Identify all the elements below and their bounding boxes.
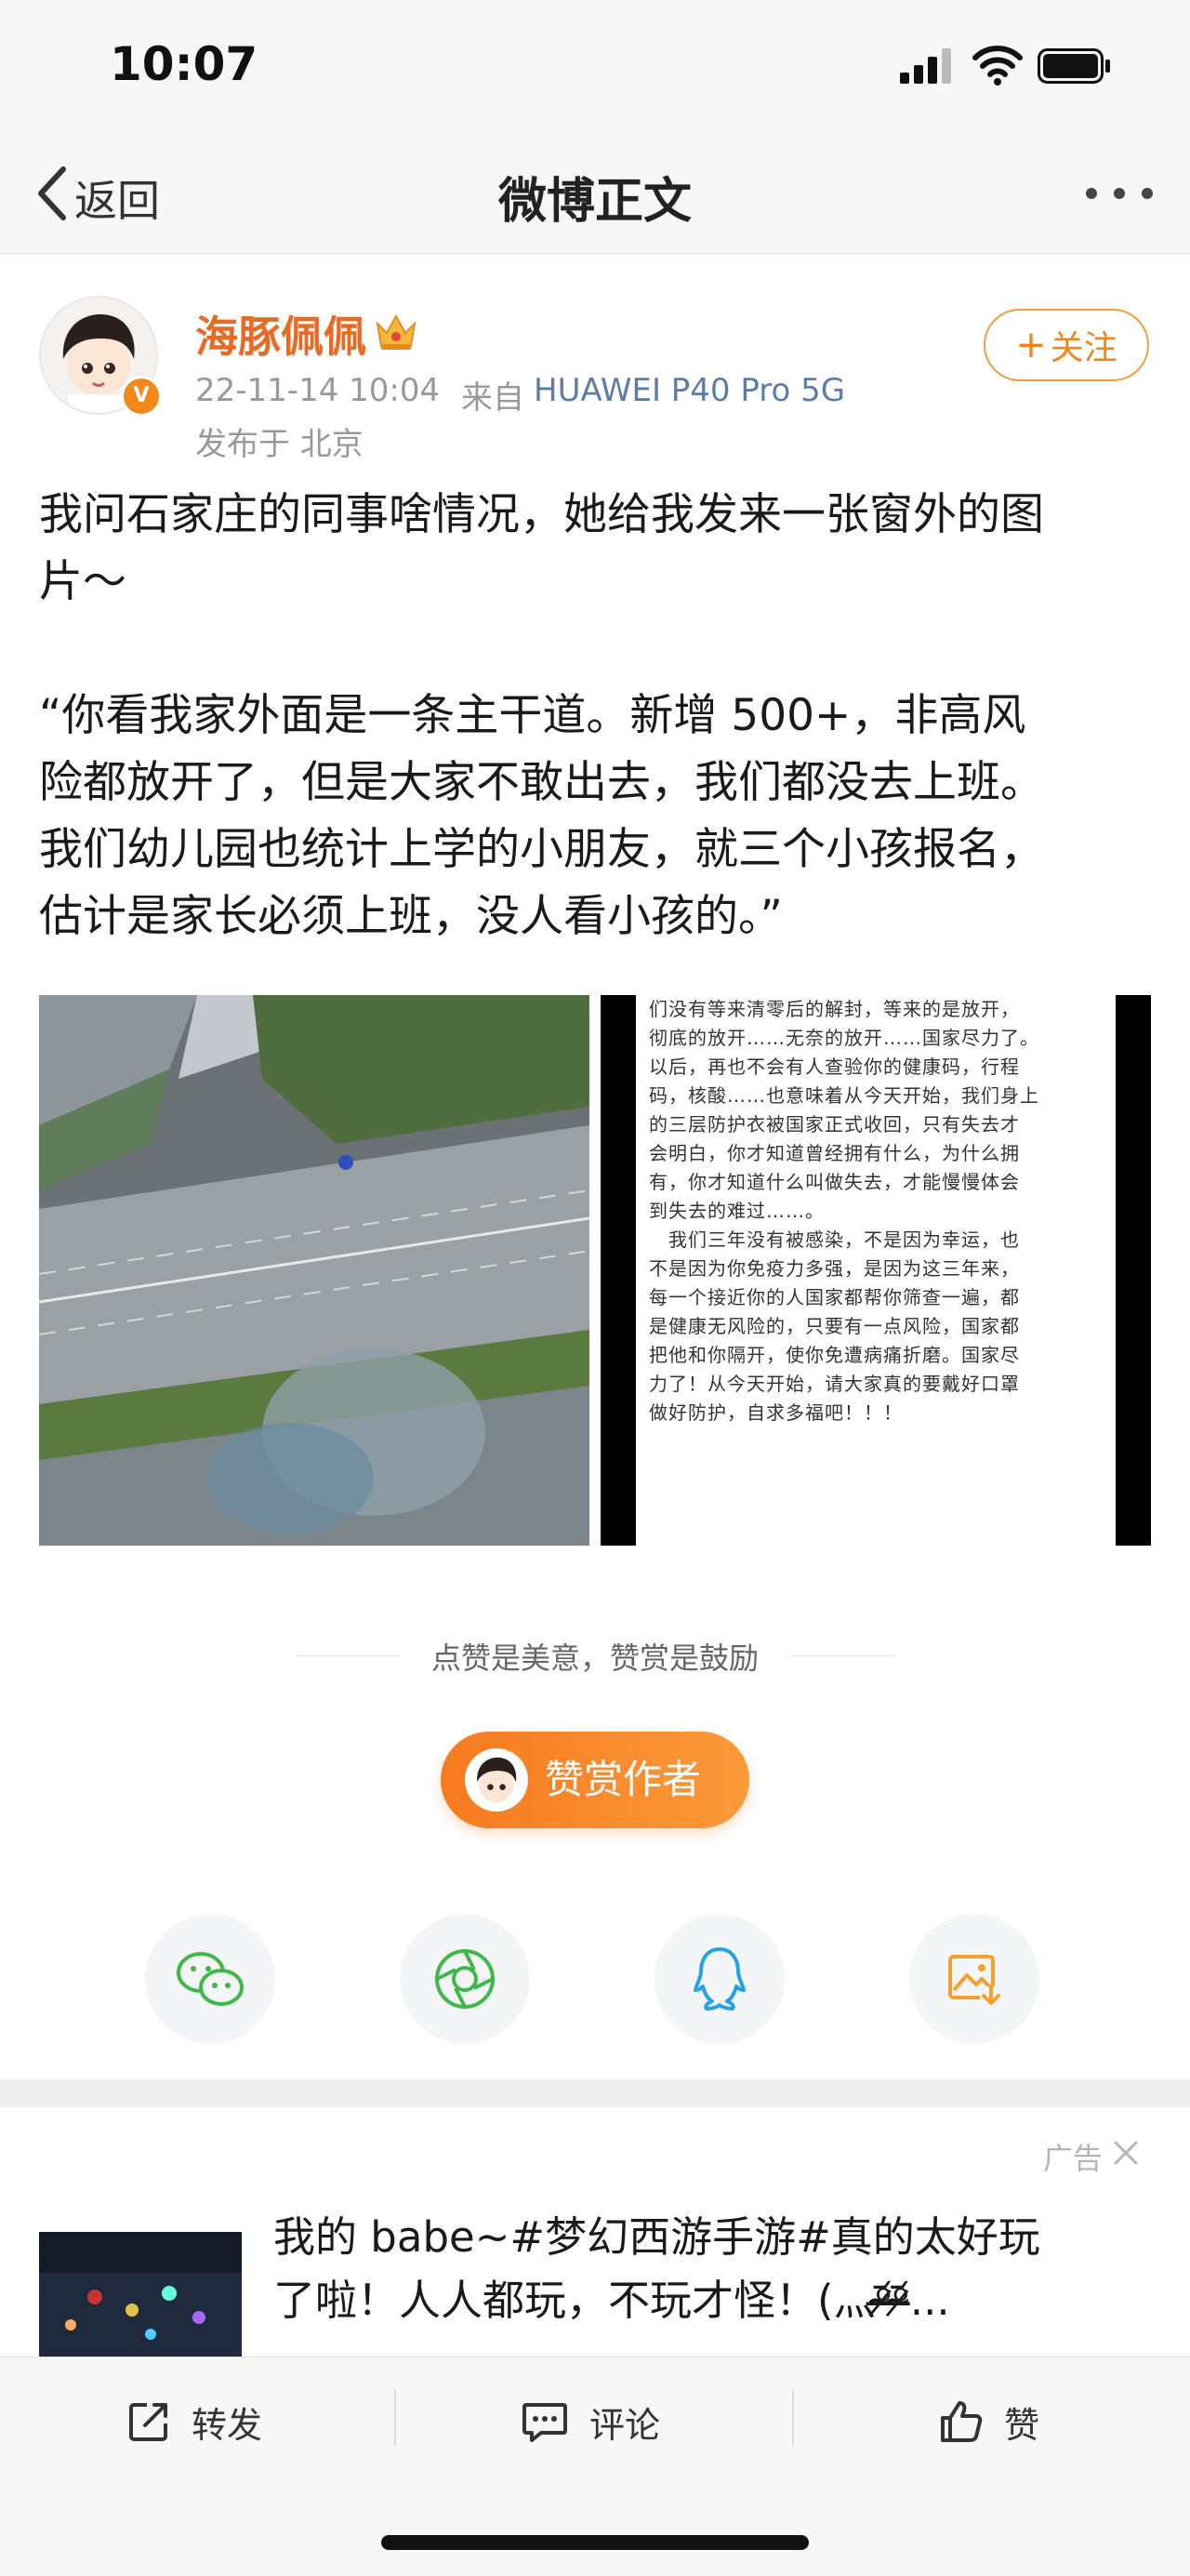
wechat-icon (177, 1952, 244, 2006)
post-image-street[interactable] (39, 995, 589, 1546)
qq-icon (694, 1947, 746, 2011)
text-image-content: 们没有等来清零后的解封，等来的是放开， 彻底的放开……无奈的放开……国家尽力了。… (636, 995, 1116, 1546)
comment-button[interactable]: 评论 (521, 2394, 660, 2450)
post-text-line: 估计是家长必须上班，没人看小孩的。” (39, 891, 783, 942)
post-body: 我问石家庄的同事啥情况，她给我发来一张窗外的图 片～ “你看我家外面是一条主干道… (39, 482, 1155, 950)
battery-icon (1038, 48, 1110, 84)
section-divider (0, 2079, 1190, 2107)
ad-text-line: 了啦！人人都玩，不玩才怪！(灬ᵒ̴̶̷᷄ᵒ̴̶̷᷄... (273, 2276, 950, 2325)
repost-label: 转发 (192, 2404, 263, 2446)
image-text-line: 有，你才知道什么叫做失去，才能慢慢体会 (649, 1171, 1020, 1193)
share-wechat-button[interactable] (145, 1914, 275, 2044)
wifi-icon (972, 46, 1023, 86)
reward-tip: 点赞是美意，赞赏是鼓励 (430, 1640, 759, 1676)
like-button[interactable]: 赞 (939, 2394, 1039, 2450)
image-text-line: 做好防护，自求多福吧！！！ (649, 1401, 903, 1424)
image-text-line: 以后，再也不会有人查验你的健康码，行程 (649, 1056, 1020, 1078)
repost-button[interactable]: 转发 (126, 2394, 262, 2450)
post-text-line: “你看我家外面是一条主干道。新增 500+，非高风 (39, 690, 1026, 741)
thumbs-up-icon (941, 2401, 983, 2442)
image-text-line: 彻底的放开……无奈的放开……国家尽力了。 (649, 1027, 1039, 1049)
cellular-signal-icon (900, 48, 951, 84)
post-timestamp: 22-11-14 10:04 (195, 372, 441, 409)
ad-thumbnail[interactable] (39, 2232, 242, 2362)
post-text-line: 我们幼儿园也统计上学的小朋友，就三个小孩报名， (39, 824, 1044, 875)
image-text-line: 会明白，你才知道曾经拥有什么，为什么拥 (649, 1142, 1020, 1164)
image-text-line: 到失去的难过……。 (649, 1200, 825, 1222)
image-text-line: 每一个接近你的人国家都帮你筛查一遍，都 (649, 1286, 1020, 1308)
more-icon[interactable] (1084, 186, 1155, 201)
post-text-line: 我问石家庄的同事啥情况，她给我发来一张窗外的图 (39, 489, 1044, 540)
image-text-line: 不是因为你免疫力多强，是因为这三年来， (649, 1257, 1020, 1280)
image-text-line: 是健康无风险的，只要有一点风险，国家都 (649, 1315, 1020, 1337)
navigation-bar (0, 139, 1190, 254)
post-location: 发布于 北京 (195, 426, 364, 463)
source-label: 来自 (461, 379, 524, 417)
image-text-line: 码，核酸……也意味着从今天开始，我们身上 (649, 1084, 1039, 1107)
status-time: 10:07 (110, 37, 258, 91)
ad-text[interactable]: 我的 babe~#梦幻西游手游#真的太好玩 了啦！人人都玩，不玩才怪！(灬ᵒ̴̶… (273, 2206, 1121, 2332)
post-image-text[interactable]: 们没有等来清零后的解封，等来的是放开， 彻底的放开……无奈的放开……国家尽力了。… (601, 995, 1151, 1546)
share-moments-button[interactable] (400, 1914, 530, 2044)
ad-text-line: 我的 babe~#梦幻西游手游#真的太好玩 (273, 2212, 1040, 2262)
comment-label: 评论 (589, 2404, 661, 2446)
post-text-line: 片～ (39, 556, 126, 607)
image-text-line: 把他和你隔开，使你免遭病痛折磨。国家尽 (649, 1344, 1020, 1366)
crown-icon (376, 313, 416, 350)
save-image-icon (948, 1955, 1002, 2009)
moments-icon (435, 1949, 495, 2009)
like-label: 赞 (1004, 2404, 1040, 2446)
home-indicator[interactable] (381, 2535, 809, 2550)
comment-icon (522, 2403, 567, 2442)
share-qq-button[interactable] (654, 1914, 785, 2044)
follow-button[interactable]: + 关注 (984, 309, 1149, 381)
follow-label: 关注 (1050, 329, 1117, 367)
source-device-link[interactable]: HUAWEI P40 Pro 5G (534, 372, 845, 409)
reward-avatar (465, 1748, 528, 1812)
chevron-left-icon[interactable] (33, 164, 71, 223)
back-button[interactable]: 返回 (74, 167, 160, 229)
image-text-line: 的三层防护衣被国家正式收回，只有失去才 (649, 1113, 1020, 1135)
repost-icon (129, 2403, 167, 2441)
close-icon[interactable] (1112, 2139, 1140, 2167)
verified-badge: V (121, 376, 162, 417)
image-text-line: 我们三年没有被感染，不是因为幸运，也 (649, 1228, 1020, 1251)
plus-icon: + (1015, 324, 1047, 366)
separator (792, 2390, 794, 2446)
image-text-line: 们没有等来清零后的解封，等来的是放开， (649, 998, 1020, 1020)
ad-label: 广告 (1043, 2141, 1104, 2176)
save-image-button[interactable] (909, 1914, 1039, 2044)
image-text-line: 力了！从今天开始，请大家真的要戴好口罩 (649, 1373, 1020, 1395)
post-text-line: 险都放开了，但是大家不敢出去，我们都没去上班。 (39, 757, 1044, 808)
author-name[interactable]: 海豚佩佩 (195, 303, 366, 365)
separator (394, 2390, 396, 2446)
